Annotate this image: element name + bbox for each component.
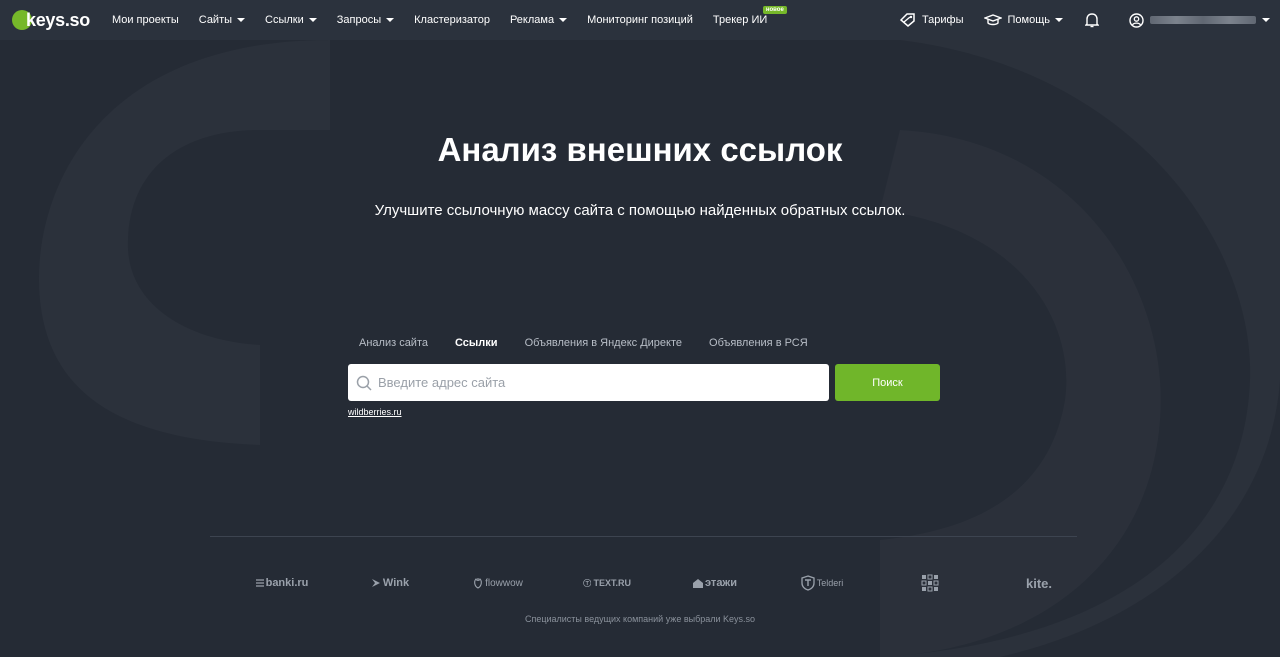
nav-item-clusterizer[interactable]: Кластеризатор <box>414 14 490 26</box>
nav-item-label: Ссылки <box>265 14 304 26</box>
brand-name: этажи <box>705 577 737 589</box>
brand-logo-kite: kite. <box>1024 573 1054 593</box>
tag-icon <box>899 13 915 27</box>
pattern-logo-icon <box>921 574 939 592</box>
caret-down-icon <box>1055 18 1063 22</box>
example-site-link[interactable]: wildberries.ru <box>348 407 402 417</box>
client-logos: banki.ru Wink flowwow TEXT.RU этажи Teld… <box>0 573 1280 593</box>
right-nav: Тарифы Помощь <box>880 12 1270 28</box>
flowwow-logo-icon <box>474 577 482 589</box>
nav-item-label: Реклама <box>509 14 555 26</box>
wink-logo-icon <box>371 579 380 587</box>
footer-caption: Специалисты ведущих компаний уже выбрали… <box>524 614 756 624</box>
nav-item-position-monitoring[interactable]: Мониторинг позиций <box>587 14 693 26</box>
telderi-shield-icon <box>801 575 815 591</box>
nav-item-ads[interactable]: Реклама <box>509 14 568 26</box>
search-field-wrapper <box>348 364 829 401</box>
logo[interactable]: keys.so <box>12 10 90 31</box>
search-mode-tabs: Анализ сайта Ссылки Объявления в Яндекс … <box>359 337 835 349</box>
logo-text: keys.so <box>26 9 90 30</box>
bell-icon <box>1085 13 1099 28</box>
top-navigation-bar: keys.so Мои проекты Сайты Ссылки Запросы… <box>0 0 1280 40</box>
tab-links[interactable]: Ссылки <box>455 337 498 349</box>
nav-item-label: Мониторинг позиций <box>587 14 693 26</box>
nav-item-my-projects[interactable]: Мои проекты <box>112 14 179 26</box>
page-title: Анализ внешних ссылок <box>437 131 843 168</box>
user-menu[interactable] <box>1129 12 1270 28</box>
tariffs-link[interactable]: Тарифы <box>899 13 964 27</box>
tab-yandex-direct-ads[interactable]: Объявления в Яндекс Директе <box>525 337 682 349</box>
graduation-cap-icon <box>983 14 1002 26</box>
tariffs-label: Тарифы <box>921 14 964 26</box>
brand-logo-etazhi: этажи <box>688 573 742 593</box>
etazhi-logo-icon <box>693 579 703 588</box>
user-name-redacted <box>1150 16 1256 24</box>
site-address-input[interactable] <box>378 375 829 390</box>
nav-item-ai-tracker[interactable]: Трекер ИИ новое <box>712 6 787 26</box>
brand-logo-wink: Wink <box>369 573 411 593</box>
nav-item-queries[interactable]: Запросы <box>336 14 395 26</box>
brand-logo-textru: TEXT.RU <box>583 573 631 593</box>
search-button[interactable]: Поиск <box>835 364 940 401</box>
brand-name: kite. <box>1025 575 1052 591</box>
page-subtitle: Улучшите ссылочную массу сайта с помощью… <box>374 202 906 219</box>
nav-item-label: Запросы <box>336 14 382 26</box>
caret-down-icon <box>386 18 395 22</box>
brand-logo-telderi: Telderi <box>800 573 844 593</box>
brand-name: Telderi <box>816 578 844 588</box>
brand-logo-banki: banki.ru <box>255 573 309 593</box>
brand-name: flowwow <box>485 577 523 589</box>
caret-down-icon <box>559 18 568 22</box>
help-menu[interactable]: Помощь <box>983 14 1063 26</box>
caret-down-icon <box>237 18 246 22</box>
nav-item-label: Кластеризатор <box>414 14 490 26</box>
brand-logo-flowwow: flowwow <box>472 573 524 593</box>
help-label: Помощь <box>1007 14 1051 26</box>
background-decoration <box>0 0 1280 657</box>
brand-name: Wink <box>382 577 410 589</box>
divider <box>210 536 1077 537</box>
nav-item-label: Сайты <box>198 14 233 26</box>
nav-item-label: Мои проекты <box>111 14 179 26</box>
tab-site-analysis[interactable]: Анализ сайта <box>359 337 428 349</box>
caret-down-icon <box>308 18 317 22</box>
nav-item-sites[interactable]: Сайты <box>198 14 246 26</box>
new-badge: новое <box>762 6 787 14</box>
nav-item-label: Трекер ИИ <box>712 14 768 26</box>
user-icon <box>1129 12 1144 28</box>
textru-logo-icon <box>583 578 592 588</box>
search-icon <box>356 375 372 391</box>
brand-name: banki.ru <box>265 577 309 589</box>
brand-logo-pattern <box>921 573 941 593</box>
banki-logo-icon <box>255 579 264 587</box>
notifications-button[interactable] <box>1085 12 1105 28</box>
tab-rsya-ads[interactable]: Объявления в РСЯ <box>709 337 808 349</box>
brand-name: TEXT.RU <box>593 578 631 588</box>
caret-down-icon <box>1262 18 1270 22</box>
main-nav: Мои проекты Сайты Ссылки Запросы Кластер… <box>112 6 787 26</box>
nav-item-links[interactable]: Ссылки <box>265 14 317 26</box>
